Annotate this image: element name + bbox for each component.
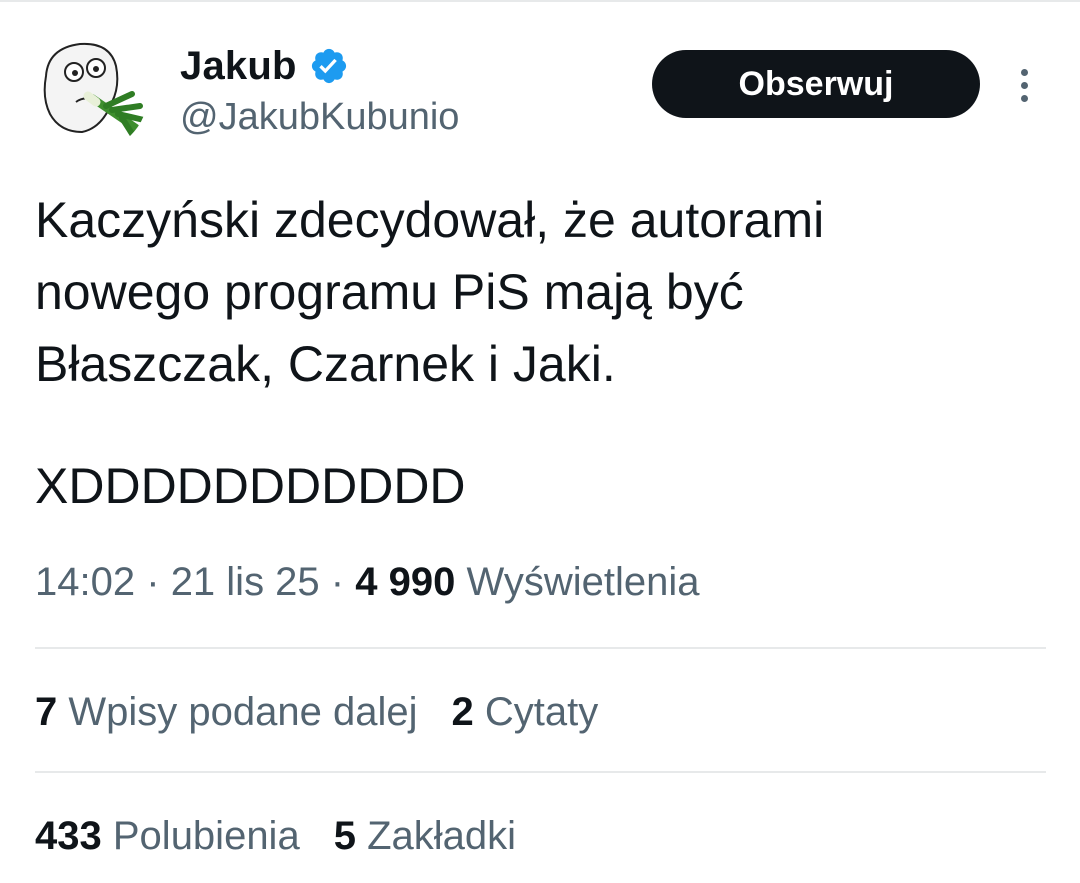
top-divider bbox=[0, 0, 1080, 2]
author-handle[interactable]: @JakubKubunio bbox=[180, 96, 459, 139]
stats-row-reposts: 7 Wpisy podane dalej 2 Cytaty bbox=[35, 690, 598, 735]
tweet-line: nowego programu PiS mają być bbox=[35, 264, 744, 320]
reposts-count: 7 bbox=[35, 690, 58, 734]
stats-row-likes: 433 Polubienia 5 Zakładki bbox=[35, 814, 516, 859]
quotes-stat[interactable]: 2 Cytaty bbox=[451, 690, 598, 735]
avatar-image bbox=[32, 36, 148, 152]
display-name[interactable]: Jakub bbox=[180, 44, 297, 89]
more-options-icon[interactable] bbox=[1004, 60, 1044, 110]
bookmarks-label: Zakładki bbox=[367, 814, 517, 858]
tweet-meta: 14:02 · 21 lis 25 · 4 990 Wyświetlenia bbox=[35, 560, 700, 605]
tweet-line: XDDDDDDDDDDD bbox=[35, 458, 466, 514]
dot bbox=[1020, 94, 1028, 102]
reposts-label: Wpisy podane dalej bbox=[68, 690, 418, 734]
views-label: Wyświetlenia bbox=[466, 560, 700, 604]
likes-count: 433 bbox=[35, 814, 102, 858]
meta-separator: · bbox=[146, 560, 160, 604]
dot bbox=[1020, 68, 1028, 76]
tweet-line: Kaczyński zdecydował, że autorami bbox=[35, 192, 825, 248]
likes-label: Polubienia bbox=[112, 814, 300, 858]
bookmarks-stat[interactable]: 5 Zakładki bbox=[334, 814, 516, 859]
dot bbox=[1020, 81, 1028, 89]
likes-stat[interactable]: 433 Polubienia bbox=[35, 814, 300, 859]
tweet-time[interactable]: 14:02 bbox=[35, 560, 135, 604]
tweet-date[interactable]: 21 lis 25 bbox=[171, 560, 320, 604]
quotes-count: 2 bbox=[451, 690, 474, 734]
tweet-line: Błaszczak, Czarnek i Jaki. bbox=[35, 336, 616, 392]
bookmarks-count: 5 bbox=[333, 814, 356, 858]
verified-badge-icon[interactable] bbox=[309, 46, 349, 86]
meta-separator: · bbox=[330, 560, 345, 604]
tweet-text: Kaczyński zdecydował, że autorami nowego… bbox=[35, 184, 1045, 522]
avatar[interactable] bbox=[32, 36, 148, 152]
follow-button[interactable]: Obserwuj bbox=[652, 50, 980, 118]
views-count: 4 990 bbox=[355, 560, 456, 604]
divider bbox=[35, 771, 1046, 773]
author-name-row: Jakub bbox=[180, 42, 349, 90]
divider bbox=[35, 647, 1046, 649]
reposts-stat[interactable]: 7 Wpisy podane dalej bbox=[35, 690, 417, 735]
quotes-label: Cytaty bbox=[484, 690, 599, 734]
